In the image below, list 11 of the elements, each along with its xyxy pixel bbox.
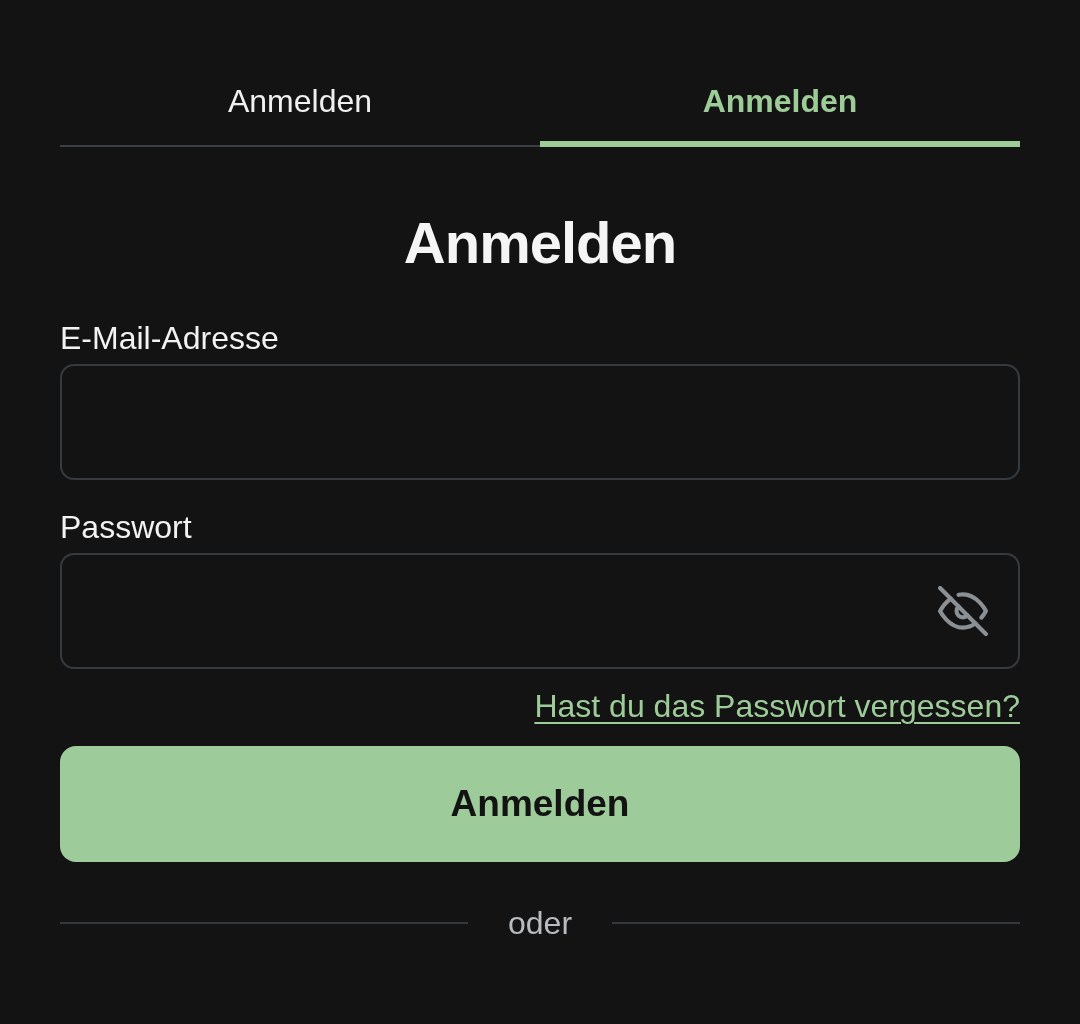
eye-slash-icon[interactable] (938, 586, 988, 636)
field-label: Passwort (60, 508, 192, 547)
tab[interactable]: Anmelden (540, 60, 1020, 147)
password-field[interactable] (60, 553, 1020, 669)
form-heading: Anmelden (403, 211, 677, 275)
forgot-password-link[interactable]: Hast du das Passwort vergessen? (534, 686, 1020, 726)
submit-button[interactable]: Anmelden (60, 746, 1020, 862)
tab[interactable]: Anmelden (60, 60, 540, 147)
divider-label: oder (508, 904, 573, 943)
email-field[interactable] (60, 364, 1020, 480)
field-label: E-Mail-Adresse (60, 319, 279, 358)
